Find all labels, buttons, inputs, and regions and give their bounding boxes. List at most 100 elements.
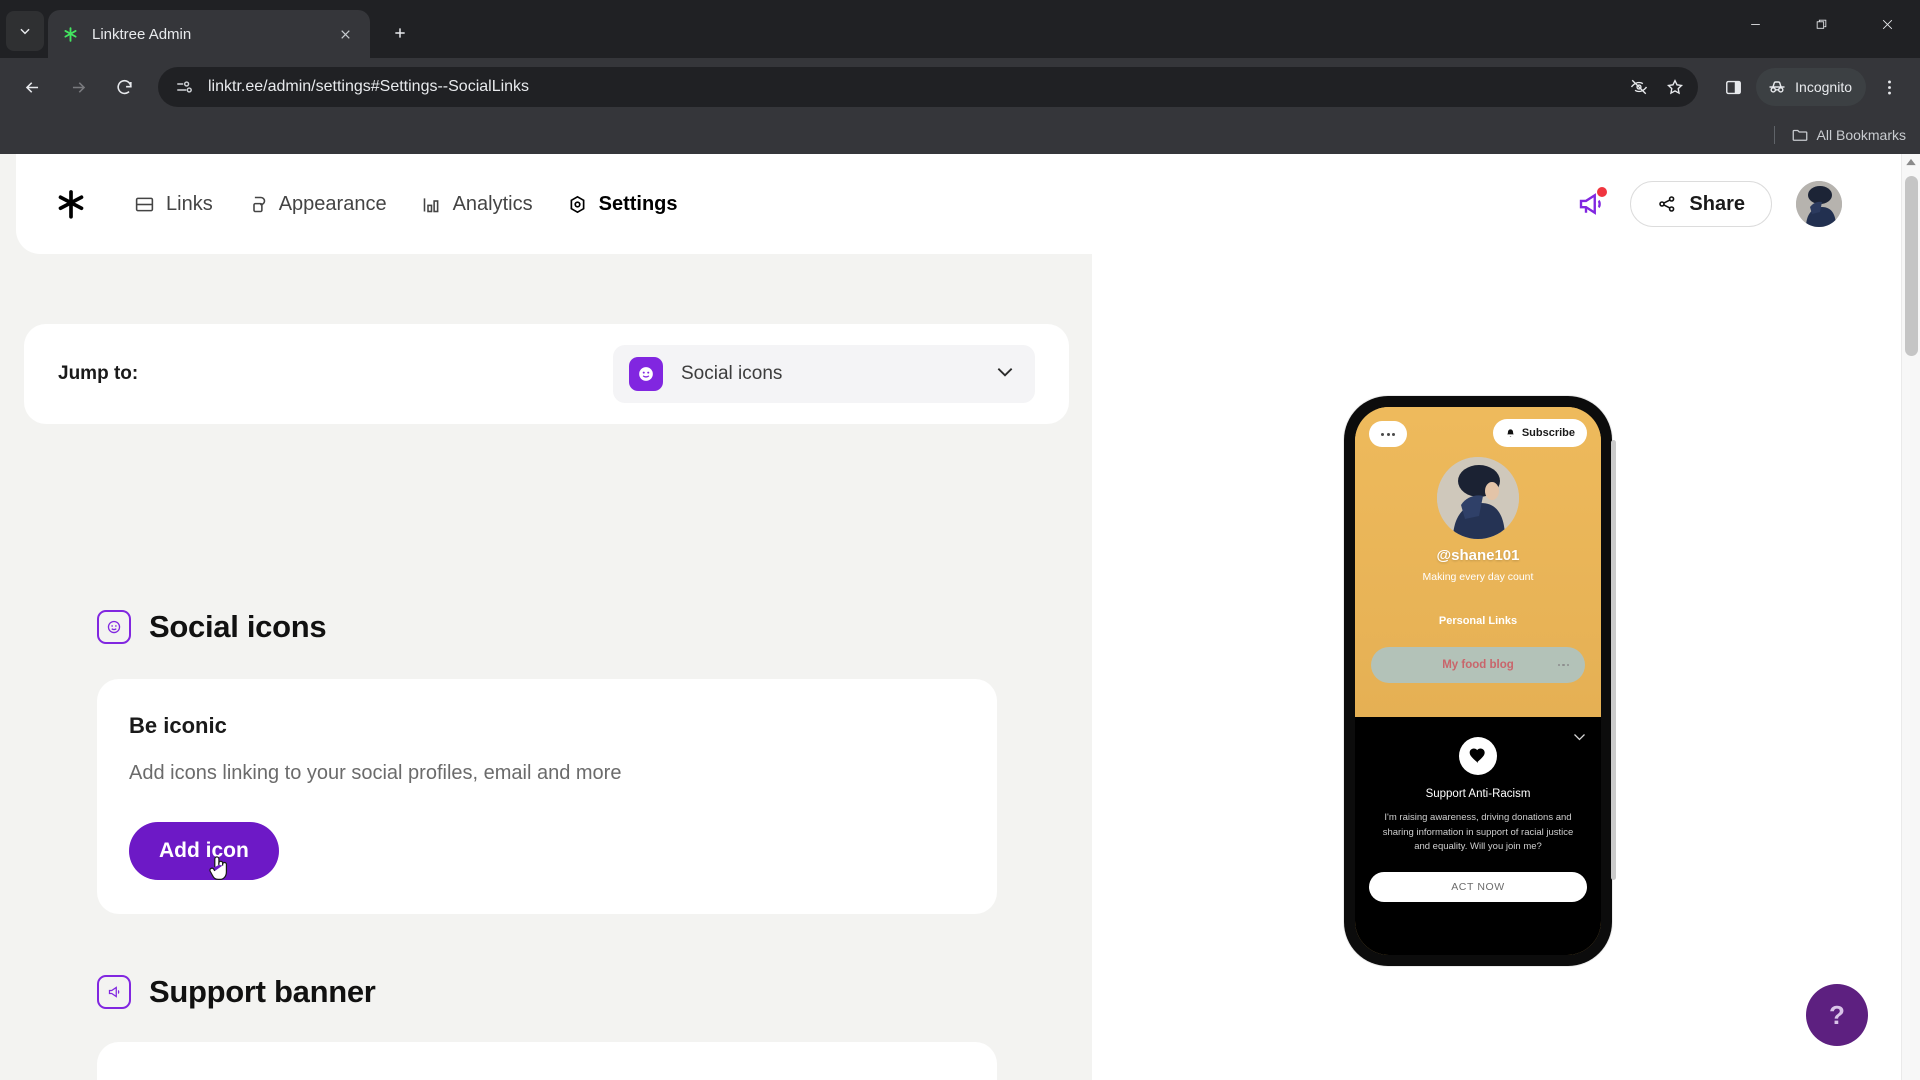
phone-frame: Subscribe @shane101 Making every day cou… (1344, 396, 1612, 966)
app-header-right: Share (1576, 181, 1876, 227)
social-icons-heading: Social icons (97, 609, 997, 645)
all-bookmarks-button[interactable]: All Bookmarks (1791, 126, 1906, 144)
tab-analytics-label: Analytics (452, 192, 533, 215)
tab-appearance-label: Appearance (278, 192, 387, 215)
avatar[interactable] (1796, 181, 1842, 227)
tab-links-label: Links (166, 192, 213, 215)
preview-scrollbar[interactable] (1611, 440, 1616, 880)
minimize-button[interactable] (1722, 0, 1788, 48)
notifications-button[interactable] (1576, 187, 1608, 219)
preview-support-banner: Support Anti-Racism I'm raising awarenes… (1355, 717, 1601, 955)
tab-analytics[interactable]: Analytics (421, 193, 533, 216)
profile-header: Subscribe @shane101 Making every day cou… (1355, 407, 1601, 717)
divider (1773, 126, 1775, 144)
three-dot-menu-icon (1887, 80, 1891, 94)
site-settings-icon[interactable] (172, 75, 196, 99)
preview-link-label: My food blog (1442, 659, 1514, 671)
share-icon (1659, 196, 1675, 212)
bookmark-button[interactable] (1658, 70, 1692, 104)
be-iconic-card: Be iconic Add icons linking to your soci… (97, 679, 997, 914)
back-icon (25, 81, 38, 93)
plus-icon (395, 28, 405, 38)
scrollbar-thumb[interactable] (1905, 176, 1918, 356)
scroll-up-arrow-icon[interactable] (1906, 158, 1917, 166)
social-icons-section: Social icons Be iconic Add icons linking… (97, 609, 997, 914)
url-text: linktr.ee/admin/settings#Settings--Socia… (208, 78, 530, 95)
close-tab-button[interactable] (332, 21, 358, 47)
appearance-icon (252, 196, 265, 212)
help-button[interactable]: ? (1806, 984, 1868, 1046)
jump-to-value: Social icons (681, 363, 783, 384)
close-icon (1882, 19, 1892, 29)
all-bookmarks-label: All Bookmarks (1816, 127, 1906, 143)
eye-off-icon (1631, 79, 1648, 95)
reload-button[interactable] (104, 67, 144, 107)
star-icon (1667, 79, 1684, 95)
settings-gear-icon (570, 195, 585, 213)
subscribe-label: Subscribe (1521, 427, 1575, 439)
linktree-asterisk-icon (60, 24, 80, 44)
folder-icon (1792, 129, 1807, 141)
smiley-face-icon (97, 610, 131, 644)
tab-search-button[interactable] (6, 11, 44, 51)
bookmarks-bar: All Bookmarks (0, 116, 1920, 154)
heart-icon (1459, 737, 1497, 775)
collapse-banner-button[interactable] (1572, 729, 1587, 747)
new-tab-button[interactable] (380, 13, 420, 53)
bell-icon (1507, 428, 1514, 437)
smiley-face-icon (629, 357, 663, 391)
tab-appearance[interactable]: Appearance (247, 193, 387, 216)
close-icon (340, 29, 350, 39)
megaphone-icon (97, 975, 131, 1009)
forward-icon (72, 81, 85, 93)
settings-column: Jump to: Social icons Social icons Be ic… (0, 154, 1092, 1080)
preview-banner-title: Support Anti-Racism (1425, 788, 1531, 800)
reload-icon (116, 79, 132, 94)
incognito-icon (1769, 81, 1785, 93)
maximize-button[interactable] (1788, 0, 1854, 48)
browser-tab[interactable]: Linktree Admin (48, 10, 370, 58)
three-dots-icon (1381, 432, 1384, 436)
tracking-protection-button[interactable] (1622, 70, 1656, 104)
support-banner-title: Support banner (149, 974, 376, 1009)
share-label: Share (1689, 192, 1745, 215)
add-icon-button[interactable]: Add icon (129, 822, 279, 880)
close-window-button[interactable] (1854, 0, 1920, 48)
support-banner-heading: Support banner (97, 974, 997, 1010)
address-bar[interactable]: linktr.ee/admin/settings#Settings--Socia… (158, 67, 1699, 107)
minimize-icon (1750, 23, 1760, 25)
show-your-support-card: Show your support Show your support for … (97, 1042, 997, 1080)
social-icons-title: Social icons (149, 609, 327, 644)
window-controls (1722, 0, 1920, 48)
three-dots-icon[interactable] (1557, 663, 1569, 667)
page-content: Links Appearance Analytics Settings Shar… (0, 154, 1920, 1080)
tab-settings[interactable]: Settings (567, 193, 678, 216)
profile-username: @shane101 (1436, 547, 1520, 564)
linktree-logo[interactable] (54, 187, 88, 221)
page-scrollbar[interactable] (1901, 154, 1920, 1080)
profile-bio: Making every day count (1422, 571, 1534, 583)
preview-section-title: Personal Links (1438, 615, 1518, 627)
tab-title: Linktree Admin (92, 25, 192, 43)
side-panel-button[interactable] (1714, 68, 1752, 106)
preview-act-now-button[interactable]: ACT NOW (1369, 872, 1587, 903)
tab-strip: Linktree Admin (0, 0, 1920, 58)
user-avatar-image (1796, 181, 1842, 227)
browser-menu-button[interactable] (1870, 68, 1908, 106)
preview-link-item[interactable]: My food blog (1371, 647, 1585, 683)
preview-banner-body: I'm raising awareness, driving donations… (1382, 812, 1574, 853)
profile-menu-button[interactable] (1369, 421, 1407, 447)
chevron-down-icon (20, 28, 30, 35)
be-iconic-description: Add icons linking to your social profile… (129, 762, 622, 784)
links-icon (135, 197, 154, 211)
jump-to-select[interactable]: Social icons (613, 345, 1035, 403)
app-nav: Links Appearance Analytics Settings (134, 193, 678, 216)
phone-screen: Subscribe @shane101 Making every day cou… (1355, 407, 1601, 955)
tab-links[interactable]: Links (134, 193, 213, 216)
forward-button[interactable] (58, 67, 98, 107)
share-button[interactable]: Share (1630, 181, 1772, 227)
back-button[interactable] (12, 67, 52, 107)
incognito-indicator[interactable]: Incognito (1756, 68, 1866, 106)
jump-to-label: Jump to: (58, 363, 139, 384)
subscribe-button[interactable]: Subscribe (1492, 419, 1587, 447)
